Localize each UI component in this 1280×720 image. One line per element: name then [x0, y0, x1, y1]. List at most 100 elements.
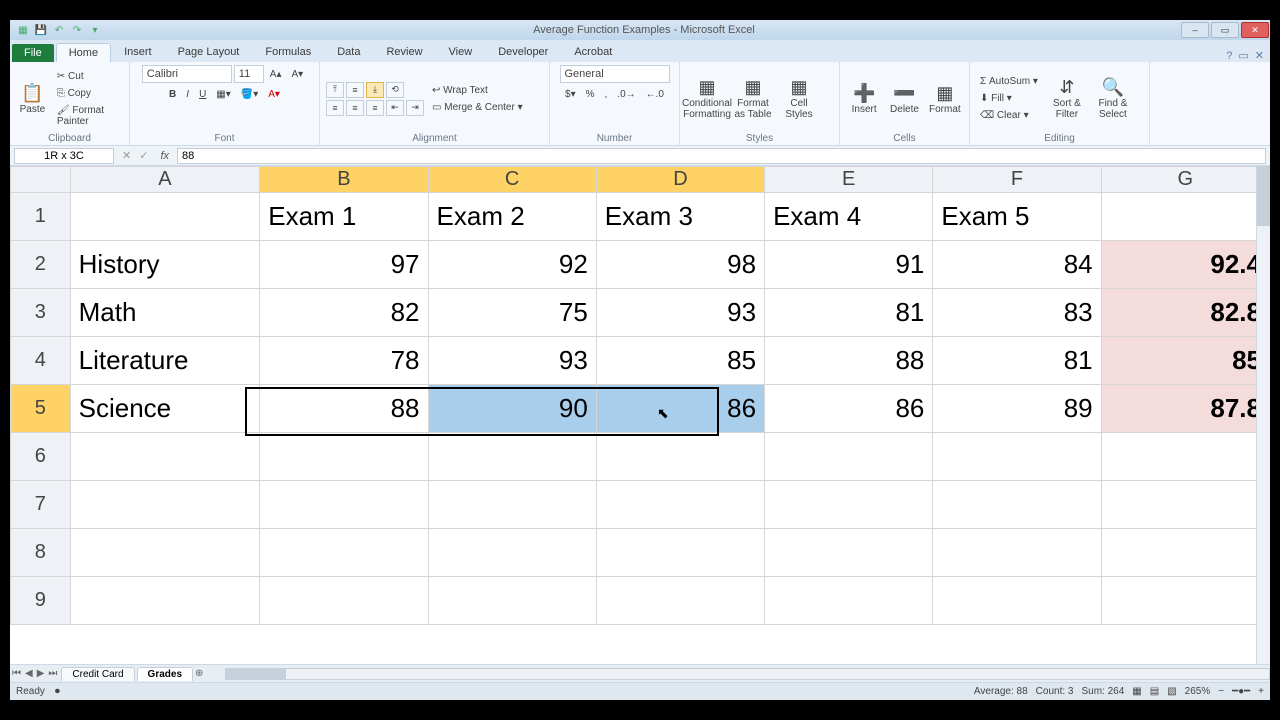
- vertical-scrollbar[interactable]: [1256, 166, 1270, 664]
- name-box[interactable]: 1R x 3C: [14, 148, 114, 164]
- cell-C5[interactable]: 90: [428, 385, 596, 433]
- zoom-level[interactable]: 265%: [1185, 686, 1211, 697]
- zoom-out-icon[interactable]: −: [1218, 686, 1224, 697]
- cancel-formula-icon[interactable]: ✕: [118, 149, 135, 162]
- cell-F1[interactable]: Exam 5: [933, 193, 1101, 241]
- save-icon[interactable]: 💾: [34, 23, 48, 37]
- row-header-7[interactable]: 7: [11, 481, 71, 529]
- tab-insert[interactable]: Insert: [111, 42, 165, 62]
- cell-styles-button[interactable]: ▦Cell Styles: [778, 77, 820, 120]
- paste-button[interactable]: 📋Paste: [16, 83, 49, 115]
- cell-A1[interactable]: [70, 193, 260, 241]
- cell-D3[interactable]: 93: [596, 289, 764, 337]
- underline-button[interactable]: U: [195, 87, 210, 102]
- select-all-corner[interactable]: [11, 167, 71, 193]
- sheet-nav-last-icon[interactable]: ⏭: [46, 668, 59, 679]
- format-as-table-button[interactable]: ▦Format as Table: [732, 77, 774, 120]
- file-tab[interactable]: File: [12, 44, 54, 62]
- format-painter-button[interactable]: 🖌 Format Painter: [53, 103, 123, 129]
- cell-D4[interactable]: 85: [596, 337, 764, 385]
- maximize-button[interactable]: ▭: [1211, 22, 1239, 38]
- bold-button[interactable]: B: [165, 87, 180, 102]
- tab-developer[interactable]: Developer: [485, 42, 561, 62]
- align-left-icon[interactable]: ≡: [326, 100, 344, 116]
- delete-cells-button[interactable]: ➖Delete: [886, 83, 922, 115]
- cell-G3[interactable]: 82.8: [1101, 289, 1269, 337]
- scroll-thumb[interactable]: [1257, 166, 1270, 226]
- tab-formulas[interactable]: Formulas: [252, 42, 324, 62]
- align-right-icon[interactable]: ≡: [366, 100, 384, 116]
- align-center-icon[interactable]: ≡: [346, 100, 364, 116]
- font-name-select[interactable]: Calibri: [142, 65, 232, 83]
- zoom-slider[interactable]: ━●━: [1232, 686, 1250, 697]
- cell[interactable]: [70, 433, 260, 481]
- wrap-text-button[interactable]: ↩ Wrap Text: [428, 83, 527, 98]
- tab-view[interactable]: View: [436, 42, 486, 62]
- sheet-tab-credit-card[interactable]: Credit Card: [61, 667, 134, 681]
- cell-E1[interactable]: Exam 4: [765, 193, 933, 241]
- sheet-nav-next-icon[interactable]: ▶: [35, 668, 47, 679]
- decrease-decimal-icon[interactable]: ←.0: [642, 87, 668, 102]
- cell-A5[interactable]: Science: [70, 385, 260, 433]
- qat-more-icon[interactable]: ▾: [88, 23, 102, 37]
- fill-button[interactable]: ⬇ Fill ▾: [976, 91, 1042, 106]
- hscroll-thumb[interactable]: [226, 669, 286, 679]
- cell-D5[interactable]: 86: [596, 385, 764, 433]
- cell-C4[interactable]: 93: [428, 337, 596, 385]
- sort-filter-button[interactable]: ⇵Sort & Filter: [1046, 77, 1088, 120]
- col-header-D[interactable]: D: [596, 167, 764, 193]
- view-pagebreak-icon[interactable]: ▧: [1167, 686, 1176, 697]
- number-format-select[interactable]: General: [560, 65, 670, 83]
- col-header-C[interactable]: C: [428, 167, 596, 193]
- cell-B3[interactable]: 82: [260, 289, 428, 337]
- horizontal-scrollbar[interactable]: [225, 668, 1270, 680]
- zoom-in-icon[interactable]: +: [1258, 686, 1264, 697]
- border-button[interactable]: ▦▾: [212, 87, 234, 102]
- italic-button[interactable]: I: [182, 87, 193, 102]
- cell-D1[interactable]: Exam 3: [596, 193, 764, 241]
- minimize-button[interactable]: –: [1181, 22, 1209, 38]
- cell-F4[interactable]: 81: [933, 337, 1101, 385]
- ribbon-close-icon[interactable]: ✕: [1255, 49, 1264, 62]
- tab-review[interactable]: Review: [373, 42, 435, 62]
- cell-E5[interactable]: 86: [765, 385, 933, 433]
- cell-G1[interactable]: [1101, 193, 1269, 241]
- sheet-nav-first-icon[interactable]: ⏮: [10, 668, 23, 679]
- decrease-font-icon[interactable]: A▾: [288, 67, 308, 82]
- comma-icon[interactable]: ,: [601, 87, 612, 102]
- cell-E2[interactable]: 91: [765, 241, 933, 289]
- sheet-tab-grades[interactable]: Grades: [137, 667, 193, 681]
- cell-F5[interactable]: 89: [933, 385, 1101, 433]
- cell-B2[interactable]: 97: [260, 241, 428, 289]
- cell-G4[interactable]: 85: [1101, 337, 1269, 385]
- row-header-5[interactable]: 5: [11, 385, 71, 433]
- col-header-E[interactable]: E: [765, 167, 933, 193]
- cell-C3[interactable]: 75: [428, 289, 596, 337]
- decrease-indent-icon[interactable]: ⇤: [386, 100, 404, 116]
- view-normal-icon[interactable]: ▦: [1132, 686, 1141, 697]
- align-middle-icon[interactable]: ≡: [346, 82, 364, 98]
- cell-G5[interactable]: 87.8: [1101, 385, 1269, 433]
- formula-input[interactable]: 88: [177, 148, 1266, 164]
- row-header-1[interactable]: 1: [11, 193, 71, 241]
- orientation-icon[interactable]: ⟲: [386, 82, 404, 98]
- cell-G2[interactable]: 92.4: [1101, 241, 1269, 289]
- cell-F3[interactable]: 83: [933, 289, 1101, 337]
- sheet-nav-prev-icon[interactable]: ◀: [23, 668, 35, 679]
- row-header-3[interactable]: 3: [11, 289, 71, 337]
- align-bottom-icon[interactable]: ⤓: [366, 82, 384, 98]
- format-cells-button[interactable]: ▦Format: [927, 83, 963, 115]
- redo-icon[interactable]: ↷: [70, 23, 84, 37]
- merge-center-button[interactable]: ▭ Merge & Center ▾: [428, 100, 527, 115]
- row-header-6[interactable]: 6: [11, 433, 71, 481]
- cell-A4[interactable]: Literature: [70, 337, 260, 385]
- currency-icon[interactable]: $▾: [561, 87, 580, 102]
- row-header-8[interactable]: 8: [11, 529, 71, 577]
- cell-A3[interactable]: Math: [70, 289, 260, 337]
- cell-A2[interactable]: History: [70, 241, 260, 289]
- increase-font-icon[interactable]: A▴: [266, 67, 286, 82]
- copy-button[interactable]: ⎘ Copy: [53, 86, 123, 101]
- help-icon[interactable]: ?: [1226, 50, 1232, 62]
- increase-decimal-icon[interactable]: .0→: [613, 87, 639, 102]
- close-button[interactable]: ✕: [1241, 22, 1269, 38]
